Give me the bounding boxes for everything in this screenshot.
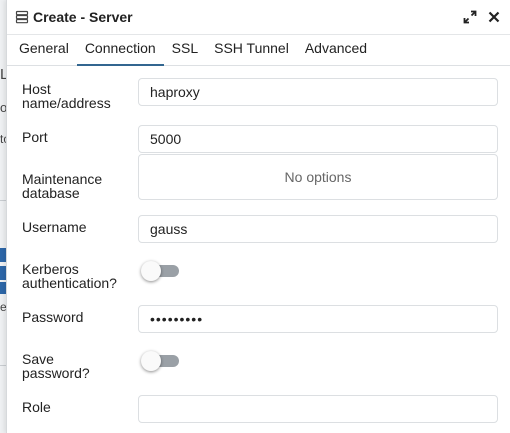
password-label: Password bbox=[22, 309, 84, 325]
host-input[interactable]: haproxy bbox=[138, 78, 498, 106]
password-input[interactable]: ••••••••• bbox=[138, 305, 498, 333]
username-label: Username bbox=[22, 219, 87, 235]
tab-bar: General Connection SSL SSH Tunnel Advanc… bbox=[7, 35, 510, 66]
dialog-title: Create - Server bbox=[33, 9, 133, 25]
username-input[interactable]: gauss bbox=[138, 215, 498, 243]
toggle-knob bbox=[141, 261, 161, 281]
port-label: Port bbox=[22, 129, 48, 145]
tab-ssh-tunnel[interactable]: SSH Tunnel bbox=[206, 40, 297, 66]
save-password-label: Save password? bbox=[22, 351, 90, 381]
maintenance-database-select[interactable]: No options bbox=[138, 154, 498, 200]
close-icon[interactable] bbox=[485, 8, 503, 26]
maximize-icon[interactable] bbox=[461, 8, 479, 26]
dialog-titlebar[interactable]: Create - Server bbox=[7, 0, 510, 35]
tab-advanced[interactable]: Advanced bbox=[297, 40, 375, 66]
role-label: Role bbox=[22, 399, 51, 415]
kerberos-label: Kerberos authentication? bbox=[22, 261, 117, 291]
save-password-toggle[interactable] bbox=[141, 351, 179, 371]
tab-connection[interactable]: Connection bbox=[76, 40, 164, 66]
port-input[interactable]: 5000 bbox=[138, 125, 498, 153]
server-icon bbox=[15, 10, 29, 24]
maintenance-label: Maintenance database bbox=[22, 171, 103, 201]
toggle-knob bbox=[141, 351, 161, 371]
create-server-dialog: Create - Server General Connection SSL S… bbox=[6, 0, 510, 433]
tab-general[interactable]: General bbox=[11, 40, 77, 66]
kerberos-toggle[interactable] bbox=[141, 261, 179, 281]
tab-ssl[interactable]: SSL bbox=[164, 40, 206, 66]
host-label: Host name/address bbox=[22, 81, 111, 111]
role-input[interactable] bbox=[138, 395, 498, 423]
